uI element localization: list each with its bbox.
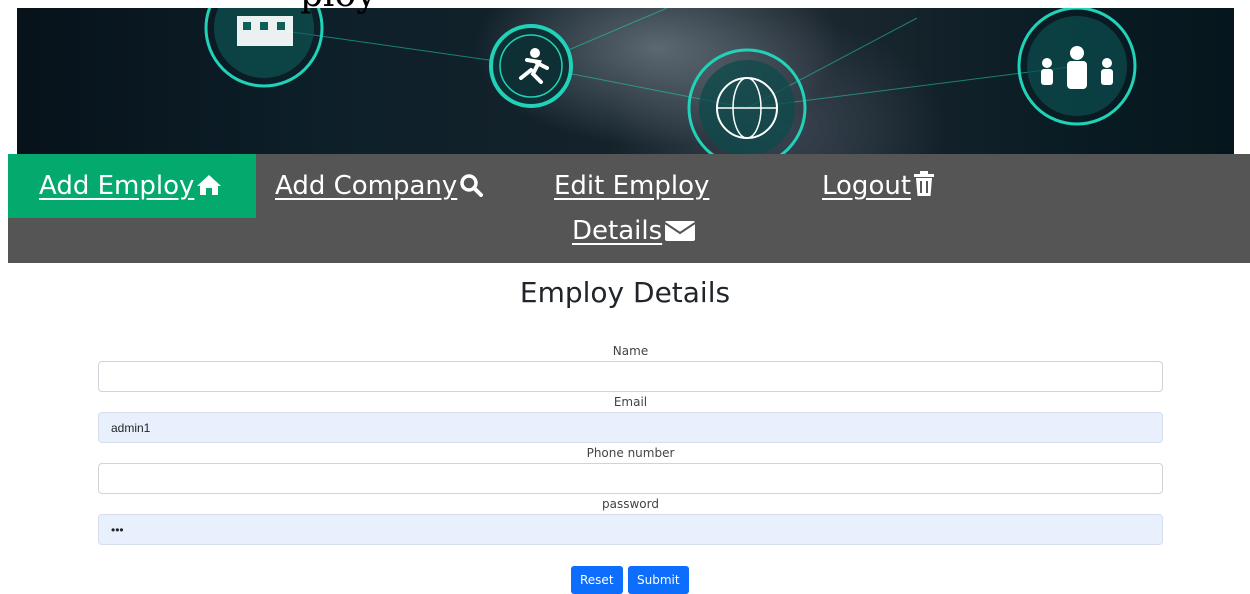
name-input[interactable] xyxy=(98,361,1163,392)
page-title: Employ Details xyxy=(519,276,731,309)
runner-hub-icon xyxy=(489,24,573,108)
banner-network-graphic xyxy=(204,8,1137,154)
nav-edit-employ-label-line2: Details xyxy=(572,216,663,246)
search-icon xyxy=(460,174,484,197)
nav-edit-employ-details-line2[interactable]: Details xyxy=(572,206,696,256)
nav-edit-employ-label-line1: Edit Employ xyxy=(554,171,710,201)
phone-label: Phone number xyxy=(586,446,675,460)
password-label: password xyxy=(602,497,659,511)
nav-add-company[interactable]: Add Company xyxy=(275,161,484,211)
home-icon xyxy=(197,175,222,195)
name-label: Name xyxy=(612,344,649,358)
nav-add-company-label: Add Company xyxy=(275,171,458,201)
globe-hub-icon xyxy=(687,48,807,154)
nav-add-employ-label: Add Employ xyxy=(39,171,195,201)
banner-image xyxy=(17,8,1234,154)
nav-add-employ[interactable]: Add Employ xyxy=(39,161,222,211)
trash-icon xyxy=(914,171,935,196)
reset-button[interactable]: Reset xyxy=(571,566,623,594)
nav-logout-label: Logout xyxy=(822,171,912,201)
envelope-icon xyxy=(664,221,696,241)
email-input[interactable] xyxy=(98,412,1163,443)
header-banner: ploy xyxy=(0,0,1250,154)
people-hub-icon xyxy=(1017,8,1137,126)
submit-button[interactable]: Submit xyxy=(628,566,689,594)
team-hub-icon xyxy=(204,8,324,88)
banner-title-fragment: ploy xyxy=(300,0,377,15)
nav-logout[interactable]: Logout xyxy=(822,161,935,211)
main-navbar: Add Employ Add Company Edit Employ Detai… xyxy=(8,154,1250,263)
nav-edit-employ-details[interactable]: Edit Employ xyxy=(554,161,709,211)
password-input[interactable] xyxy=(98,514,1163,545)
phone-input[interactable] xyxy=(98,463,1163,494)
email-label: Email xyxy=(613,395,648,409)
